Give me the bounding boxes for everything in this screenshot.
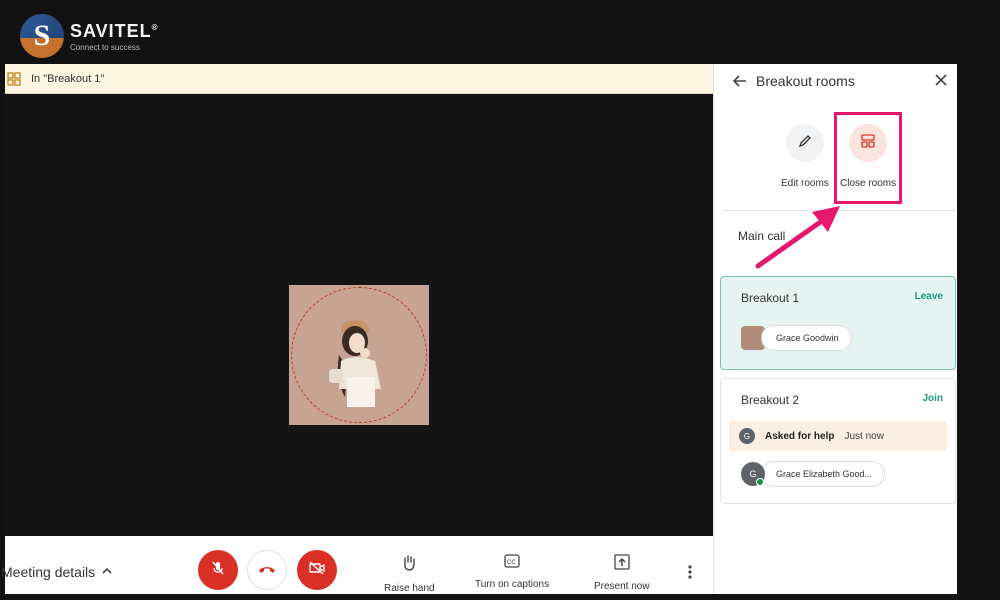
- help-request-time: Just now: [844, 430, 884, 442]
- edit-rooms-button[interactable]: Edit rooms: [781, 124, 829, 189]
- screen: S SAVITEL® Connect to success In "Breako…: [0, 0, 1000, 600]
- mic-off-icon: [210, 560, 226, 581]
- room-name: Breakout 1: [741, 291, 800, 305]
- breakout-room-2: Breakout 2 Join G Asked for help Just no…: [720, 378, 956, 504]
- participant-avatar-illustration: [329, 320, 381, 407]
- present-screen-icon: [614, 554, 630, 575]
- join-room-button[interactable]: Join: [922, 393, 943, 404]
- avatar: G: [739, 428, 755, 444]
- participant-chip: Grace Goodwin: [741, 325, 852, 351]
- online-status-dot: [756, 478, 764, 486]
- breakout-banner: In "Breakout 1": [5, 64, 713, 94]
- logo-tagline: Connect to success: [70, 42, 140, 52]
- mic-off-button[interactable]: [198, 550, 238, 590]
- leave-room-button[interactable]: Leave: [915, 291, 943, 302]
- back-arrow-icon[interactable]: [732, 73, 748, 94]
- participant-chip: G Grace Elizabeth Good...: [741, 461, 886, 487]
- close-rooms-highlight: [834, 112, 902, 204]
- participant-video-tile[interactable]: [289, 285, 429, 425]
- panel-title: Breakout rooms: [756, 73, 855, 89]
- camera-off-button[interactable]: [297, 550, 337, 590]
- participant-name: Grace Goodwin: [761, 325, 852, 351]
- edit-rooms-circle: [785, 124, 824, 162]
- captions-button[interactable]: CC Turn on captions: [475, 554, 549, 590]
- more-options-icon[interactable]: [687, 564, 693, 585]
- video-stage: In "Breakout 1": [5, 64, 713, 536]
- meeting-details-button[interactable]: Meeting details: [1, 564, 113, 580]
- help-request-text: Asked for help: [765, 430, 835, 442]
- breakout-rooms-icon: [7, 71, 21, 86]
- closed-captions-icon: CC: [504, 554, 520, 573]
- breakout-room-1: Breakout 1 Leave Grace Goodwin: [720, 276, 956, 370]
- panel-divider: [722, 210, 956, 211]
- close-icon[interactable]: [934, 73, 948, 92]
- room-name: Breakout 2: [741, 393, 800, 407]
- main-call-item[interactable]: Main call: [738, 229, 785, 243]
- svg-text:CC: CC: [507, 560, 516, 566]
- avatar: G: [741, 462, 765, 486]
- hang-up-icon: [258, 561, 276, 579]
- help-request-row: G Asked for help Just now: [729, 421, 947, 451]
- present-now-button[interactable]: Present now: [594, 554, 650, 592]
- meeting-controls-bar: Meeting details Raise hand CC Turn on ca…: [1, 536, 713, 594]
- savitel-logo: S SAVITEL® Connect to success: [20, 14, 159, 58]
- pencil-icon: [797, 133, 813, 154]
- hand-icon: [401, 554, 417, 577]
- raise-hand-button[interactable]: Raise hand: [384, 554, 435, 594]
- breakout-rooms-panel: Breakout rooms Edit rooms Close rooms Ma…: [713, 64, 957, 594]
- banner-text: In "Breakout 1": [31, 72, 105, 85]
- chevron-up-icon: [101, 564, 113, 580]
- logo-name: SAVITEL®: [70, 20, 159, 41]
- logo-mark: S: [20, 14, 64, 58]
- camera-off-icon: [308, 560, 326, 580]
- participant-name: Grace Elizabeth Good...: [761, 461, 886, 487]
- leave-call-button[interactable]: [247, 550, 287, 590]
